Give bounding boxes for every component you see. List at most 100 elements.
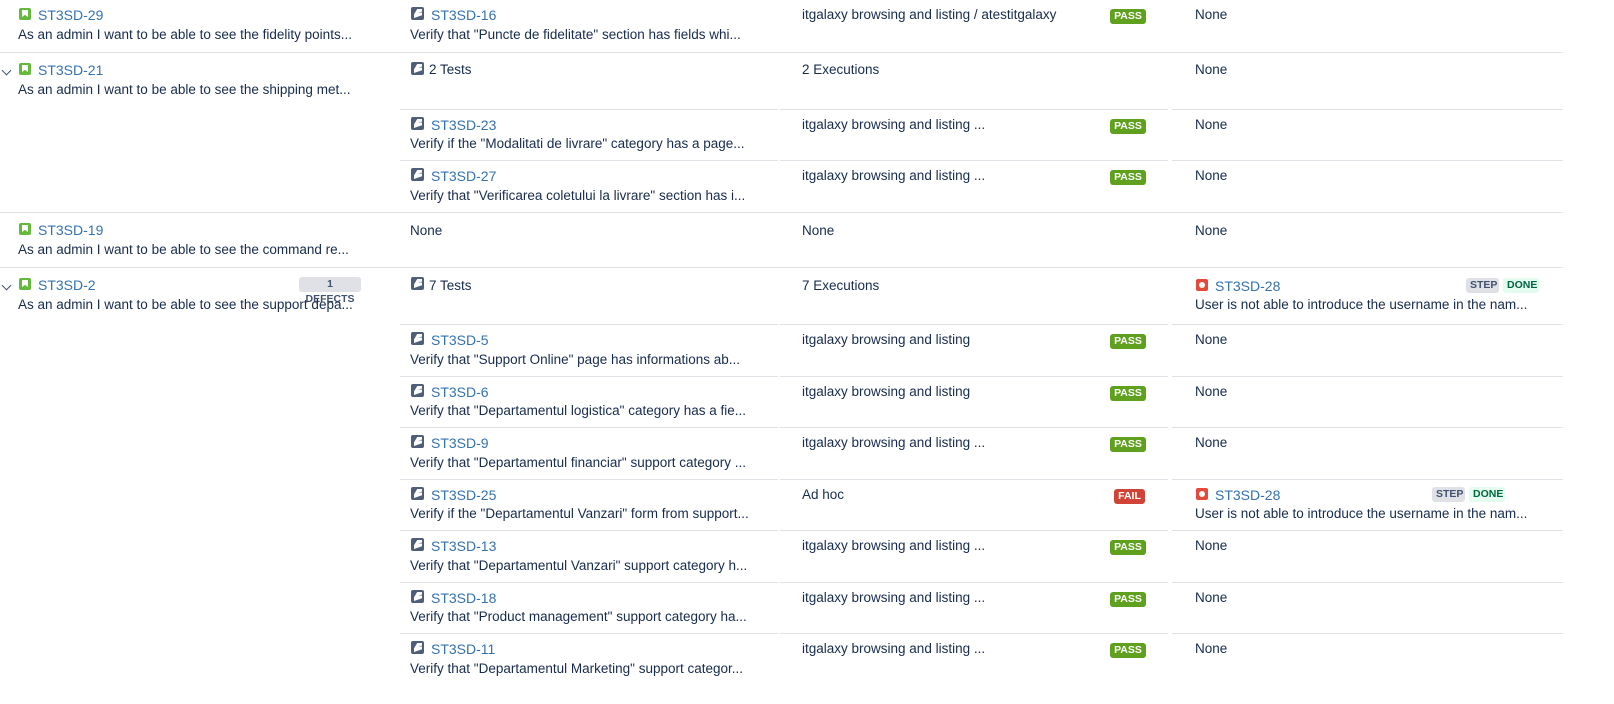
row-separator — [1172, 324, 1563, 325]
status-badge-pass: PASS — [1110, 334, 1146, 349]
defect-none: None — [1195, 7, 1228, 22]
defects-badge: 1 DEFECTS — [299, 277, 361, 305]
test-icon — [411, 487, 424, 500]
status-badge-fail: FAIL — [1114, 489, 1145, 504]
row-separator — [1172, 479, 1563, 480]
row-separator — [780, 633, 1168, 634]
defect-none: None — [1195, 538, 1228, 553]
tests-count: 7 Tests — [429, 278, 472, 293]
done-badge: DONE — [1469, 487, 1505, 502]
status-badge-pass: PASS — [1110, 170, 1146, 185]
test-key-link[interactable]: ST3SD-11 — [431, 641, 495, 657]
execution-label: itgalaxy browsing and listing / atestitg… — [802, 7, 1057, 22]
defect-none: None — [1195, 62, 1228, 77]
row-separator — [1172, 530, 1563, 531]
status-badge-pass: PASS — [1110, 9, 1146, 24]
story-summary: As an admin I want to be able to see the… — [18, 27, 352, 42]
row-separator — [400, 582, 778, 583]
row-separator — [780, 479, 1168, 480]
defect-key-link[interactable]: ST3SD-28 — [1215, 278, 1280, 294]
test-summary: Verify that "Puncte de fidelitate" secti… — [410, 27, 741, 42]
test-key-link[interactable]: ST3SD-18 — [431, 590, 496, 606]
row-separator — [780, 376, 1168, 377]
test-summary: Verify that "Departamentul logistica" ca… — [410, 403, 747, 418]
tests-count: 2 Tests — [429, 62, 472, 77]
test-summary: Verify that "Departamentul financiar" su… — [410, 455, 747, 470]
test-summary: Verify if the "Modalitati de livrare" ca… — [410, 136, 745, 151]
execution-label: itgalaxy browsing and listing — [802, 332, 971, 347]
story-key-link[interactable]: ST3SD-2 — [38, 277, 96, 293]
defect-none: None — [1195, 641, 1228, 656]
row-separator — [1172, 376, 1563, 377]
test-key-link[interactable]: ST3SD-27 — [431, 168, 496, 184]
defect-summary: User is not able to introduce the userna… — [1195, 297, 1528, 312]
row-separator — [780, 530, 1168, 531]
defect-none: None — [1195, 168, 1228, 183]
execution-label: itgalaxy browsing and listing ... — [802, 168, 986, 183]
row-separator — [400, 427, 778, 428]
row-separator — [400, 530, 778, 531]
chevron-down-icon[interactable] — [1, 280, 12, 291]
defect-summary: User is not able to introduce the userna… — [1195, 506, 1528, 521]
test-icon — [411, 277, 424, 290]
defect-key-link[interactable]: ST3SD-28 — [1215, 487, 1280, 503]
test-summary: Verify if the "Departamentul Vanzari" fo… — [410, 506, 749, 521]
chevron-down-icon[interactable] — [1, 65, 12, 76]
row-separator — [400, 633, 778, 634]
test-icon — [411, 384, 424, 397]
row-separator — [1172, 109, 1563, 110]
test-key-link[interactable]: ST3SD-23 — [431, 117, 496, 133]
row-separator — [400, 160, 778, 161]
row-separator — [1172, 582, 1563, 583]
test-none: None — [410, 223, 443, 238]
row-separator — [780, 109, 1168, 110]
row-separator — [780, 582, 1168, 583]
defect-none: None — [1195, 223, 1228, 238]
row-separator — [780, 427, 1168, 428]
test-icon — [411, 62, 424, 75]
story-key-link[interactable]: ST3SD-19 — [38, 222, 103, 238]
test-key-link[interactable]: ST3SD-25 — [431, 487, 496, 503]
row-separator — [400, 376, 778, 377]
status-badge-pass: PASS — [1110, 437, 1146, 452]
bug-icon — [1196, 279, 1208, 291]
step-badge: STEP — [1432, 487, 1465, 502]
status-badge-pass: PASS — [1110, 643, 1146, 658]
test-summary: Verify that "Support Online" page has in… — [410, 352, 741, 367]
story-icon — [19, 8, 31, 20]
test-icon — [411, 435, 424, 448]
execution-label: itgalaxy browsing and listing ... — [802, 435, 986, 450]
test-key-link[interactable]: ST3SD-13 — [431, 538, 496, 554]
test-icon — [411, 641, 424, 654]
defect-none: None — [1195, 590, 1228, 605]
execution-label: itgalaxy browsing and listing ... — [802, 117, 986, 132]
defect-none: None — [1195, 117, 1228, 132]
test-summary: Verify that "Departamentul Marketing" su… — [410, 661, 744, 676]
test-key-link[interactable]: ST3SD-6 — [431, 384, 489, 400]
status-badge-pass: PASS — [1110, 592, 1146, 607]
test-key-link[interactable]: ST3SD-16 — [431, 7, 496, 23]
executions-count: 7 Executions — [802, 278, 880, 293]
executions-count: 2 Executions — [802, 62, 880, 77]
row-separator — [400, 109, 778, 110]
execution-label: itgalaxy browsing and listing ... — [802, 590, 986, 605]
row-separator — [0, 52, 1563, 53]
story-icon — [19, 278, 31, 290]
story-icon — [19, 223, 31, 235]
test-summary: Verify that "Departamentul Vanzari" supp… — [410, 558, 748, 573]
defect-none: None — [1195, 332, 1228, 347]
row-separator — [1172, 427, 1563, 428]
test-key-link[interactable]: ST3SD-5 — [431, 332, 489, 348]
test-key-link[interactable]: ST3SD-9 — [431, 435, 489, 451]
status-badge-pass: PASS — [1110, 540, 1146, 555]
test-summary: Verify that "Verificarea coletului la li… — [410, 188, 746, 203]
execution-label: itgalaxy browsing and listing ... — [802, 641, 986, 656]
story-key-link[interactable]: ST3SD-21 — [38, 62, 103, 78]
story-icon — [19, 63, 31, 75]
story-summary: As an admin I want to be able to see the… — [18, 242, 349, 257]
test-icon — [411, 117, 424, 130]
story-key-link[interactable]: ST3SD-29 — [38, 7, 103, 23]
row-separator — [400, 324, 778, 325]
row-separator — [1172, 160, 1563, 161]
row-separator — [780, 160, 1168, 161]
